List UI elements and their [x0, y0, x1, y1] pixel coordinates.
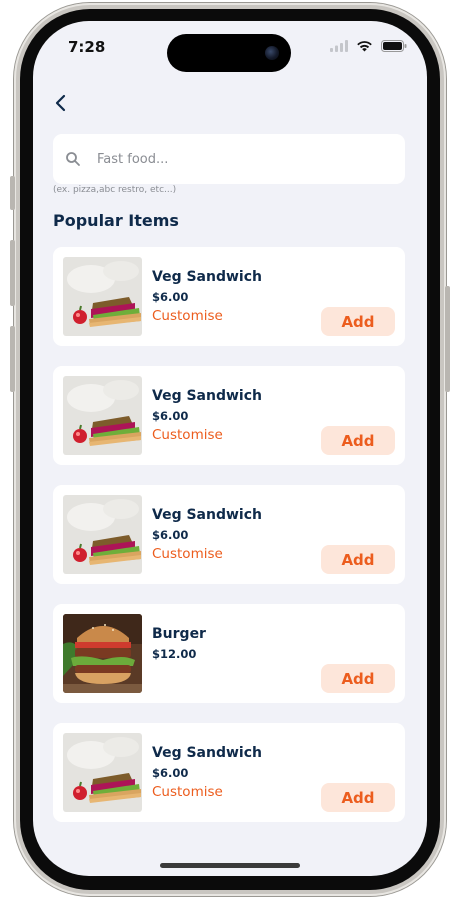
customise-link[interactable]: Customise — [152, 784, 223, 800]
item-card[interactable]: Veg Sandwich $6.00 Customise Add — [53, 366, 405, 465]
search-bar[interactable] — [53, 134, 405, 184]
wifi-icon — [357, 41, 372, 52]
section-title: Popular Items — [53, 211, 179, 230]
power-button — [445, 286, 450, 392]
camera-icon — [265, 46, 279, 60]
signal-icon — [330, 40, 348, 52]
item-price: $12.00 — [152, 647, 197, 661]
item-name: Veg Sandwich — [152, 269, 262, 285]
sandwich-image — [63, 376, 142, 455]
sandwich-image — [63, 495, 142, 574]
add-button[interactable]: Add — [321, 426, 395, 455]
item-card[interactable]: Veg Sandwich $6.00 Customise Add — [53, 247, 405, 346]
search-icon — [66, 152, 80, 166]
burger-image — [63, 614, 142, 693]
home-indicator[interactable] — [160, 863, 300, 868]
sandwich-image — [63, 257, 142, 336]
battery-icon — [381, 40, 407, 52]
item-price: $6.00 — [152, 409, 189, 423]
sandwich-image — [63, 733, 142, 812]
item-name: Veg Sandwich — [152, 388, 262, 404]
item-price: $6.00 — [152, 290, 189, 304]
add-button[interactable]: Add — [321, 783, 395, 812]
item-price: $6.00 — [152, 528, 189, 542]
dynamic-island — [167, 34, 291, 72]
search-input[interactable] — [95, 150, 369, 168]
status-icons — [330, 40, 407, 52]
item-name: Veg Sandwich — [152, 507, 262, 523]
add-button[interactable]: Add — [321, 307, 395, 336]
customise-link[interactable]: Customise — [152, 427, 223, 443]
item-card[interactable]: Burger $12.00 Add — [53, 604, 405, 703]
add-button[interactable]: Add — [321, 664, 395, 693]
volume-up-button — [10, 240, 15, 306]
volume-down-button — [10, 326, 15, 392]
item-card[interactable]: Veg Sandwich $6.00 Customise Add — [53, 485, 405, 584]
popular-items-list: Veg Sandwich $6.00 Customise Add Veg San… — [53, 247, 405, 842]
customise-link[interactable]: Customise — [152, 546, 223, 562]
add-button[interactable]: Add — [321, 545, 395, 574]
item-card[interactable]: Veg Sandwich $6.00 Customise Add — [53, 723, 405, 822]
item-price: $6.00 — [152, 766, 189, 780]
app-screen: 7:28 (ex. pizza,abc r — [33, 21, 427, 876]
item-name: Veg Sandwich — [152, 745, 262, 761]
customise-link[interactable]: Customise — [152, 308, 223, 324]
back-button[interactable] — [51, 91, 73, 115]
item-name: Burger — [152, 626, 206, 642]
action-button — [10, 176, 15, 210]
search-hint: (ex. pizza,abc restro, etc...) — [53, 185, 177, 195]
chevron-left-icon — [55, 94, 66, 112]
status-time: 7:28 — [68, 38, 106, 56]
